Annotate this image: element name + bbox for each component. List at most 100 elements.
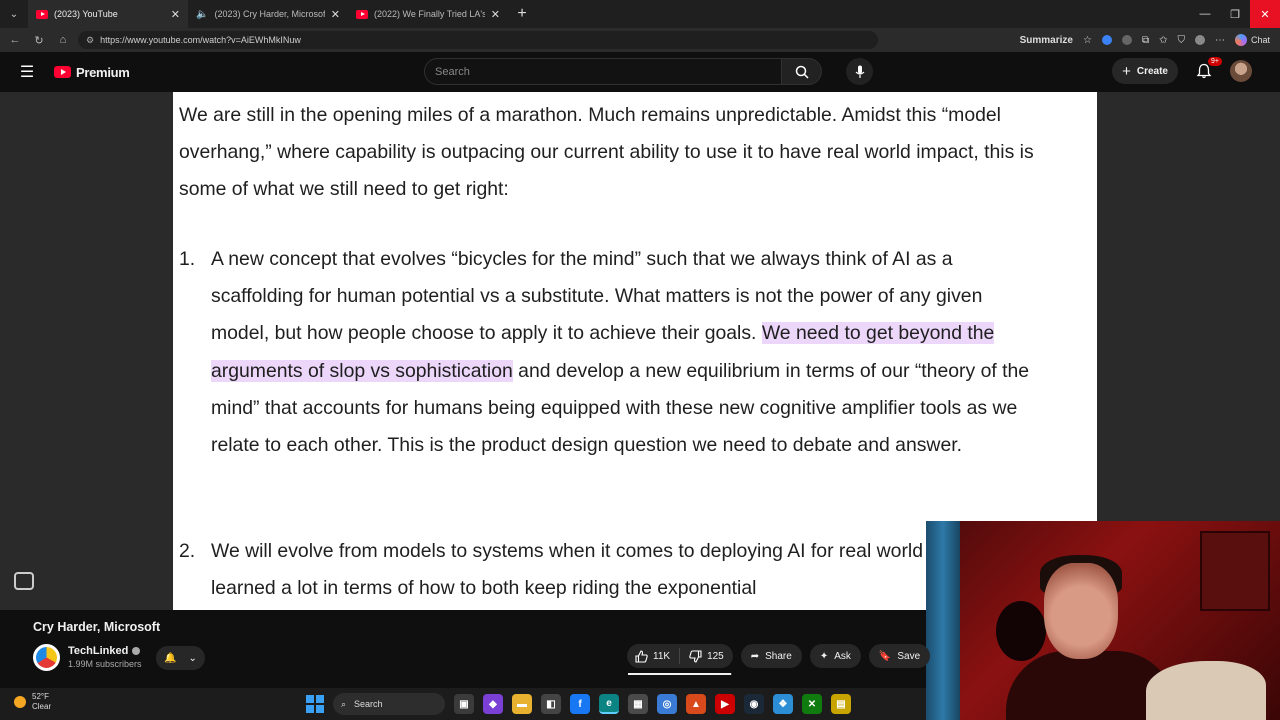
more-menu-icon[interactable]: ⋯ [1215,35,1225,46]
curtain-image [926,521,960,720]
youtube-header: ☰ Premium Search + Create 9+ [0,52,1280,92]
person-face-image [1044,563,1118,659]
address-bar-row: ← ↻ ⌂ ⚙ https://www.youtube.com/watch?v=… [0,28,1280,52]
search-placeholder: Search [435,65,470,78]
tab-title: (2023) YouTube [54,9,118,19]
browser-tab-3[interactable]: (2022) We Finally Tried LA's Most ✕ [348,0,508,28]
shield-icon[interactable]: ⛉ [1177,35,1185,46]
extension-icon[interactable] [1121,35,1132,45]
share-button[interactable]: ➦ Share [740,644,802,668]
create-button[interactable]: + Create [1112,58,1178,84]
ask-button[interactable]: ✦ Ask [809,644,861,668]
app-icon[interactable]: ❖ [773,694,793,714]
miniplayer-icon[interactable] [14,572,34,590]
verified-check-icon [132,647,141,655]
profile-avatar-icon[interactable] [1194,35,1205,45]
browser-tab-2[interactable]: 🔈 (2023) Cry Harder, Microsoft ✕ [188,0,348,28]
close-tab-icon[interactable]: ✕ [491,8,500,21]
notification-badge: 9+ [1208,57,1222,66]
subscriber-count: 1.99M subscribers [68,659,142,669]
youtube-favicon-icon [36,9,48,19]
url-text: https://www.youtube.com/watch?v=AiEWhMkI… [100,35,301,45]
save-label: Save [897,650,921,662]
close-window-icon[interactable]: ✕ [1250,0,1280,28]
favorites-icon[interactable]: ✩ [1159,35,1167,46]
app-icon[interactable]: ◆ [483,694,503,714]
site-info-icon[interactable]: ⚙ [86,35,94,46]
youtube-play-icon [54,66,71,78]
notes-icon[interactable]: ▤ [831,694,851,714]
dislike-button[interactable]: 125 [680,649,733,663]
voice-search-button[interactable] [846,58,873,85]
close-tab-icon[interactable]: ✕ [171,8,180,21]
restore-icon[interactable]: ❐ [1220,0,1250,28]
like-button[interactable]: 11K [627,648,681,664]
extensions-area: Summarize ☆ ⧉ ✩ ⛉ ⋯ Chat [884,34,1274,46]
tab-title: (2022) We Finally Tried LA's Most [374,9,485,19]
video-actions: 11K 125 ➦ Share ✦ Ask 🔖 Save [627,644,931,668]
save-button[interactable]: 🔖 Save [868,644,931,668]
thumbs-up-icon [635,649,648,663]
screen: ⌄ (2023) YouTube ✕ 🔈 (2023) Cry Harder, … [0,0,1280,720]
search-input[interactable]: Search [424,58,782,85]
sparkle-icon: ✦ [819,650,829,662]
chevron-down-icon: ⌄ [188,652,197,664]
chat-button[interactable]: Chat [1234,34,1270,46]
share-icon: ➦ [750,650,760,662]
back-icon[interactable]: ← [6,34,24,46]
like-dislike-group: 11K 125 [627,644,733,668]
steam-icon[interactable]: ◉ [744,694,764,714]
file-explorer-icon[interactable]: ▬ [512,694,532,714]
youtube-logo[interactable]: Premium [54,65,130,80]
extensions-icon[interactable]: ⧉ [1142,35,1149,46]
channel-avatar[interactable] [33,644,60,671]
bell-icon: 🔔 [164,652,177,664]
header-right: + Create 9+ [1112,57,1252,84]
app-icon[interactable]: ▲ [686,694,706,714]
speaker-icon[interactable]: 🔈 [196,9,208,20]
extension-icon[interactable] [1101,35,1112,45]
chrome-icon[interactable]: ◎ [657,694,677,714]
like-ratio-bar [628,673,732,675]
notifications-button[interactable]: 9+ [1192,57,1222,83]
reload-icon[interactable]: ↻ [30,34,48,47]
weather-condition: Clear [32,702,52,711]
video-info: Cry Harder, Microsoft TechLinked 1.99M s… [0,610,931,688]
taskbar-search[interactable]: ⌕ Search [333,693,445,715]
channel-name-text: TechLinked [68,645,129,657]
store-icon[interactable]: ◧ [541,694,561,714]
url-field[interactable]: ⚙ https://www.youtube.com/watch?v=AiEWhM… [78,31,878,49]
channel-name[interactable]: TechLinked [68,645,141,657]
weather-widget[interactable]: 52°F Clear [14,692,51,712]
windows-start-icon[interactable] [306,695,324,713]
close-tab-icon[interactable]: ✕ [331,8,340,21]
weather-icon [14,696,26,708]
new-tab-button[interactable]: + [508,5,536,23]
calculator-icon[interactable]: ▦ [628,694,648,714]
video-title: Cry Harder, Microsoft [33,620,161,634]
browser-tab-1[interactable]: (2023) YouTube ✕ [28,0,188,28]
search-button[interactable] [782,58,822,85]
taskbar: 52°F Clear ⌕ Search ▣ ◆ ▬ ◧ f e ▦ ◎ ▲ ▶ … [0,688,926,720]
xbox-icon[interactable]: ✕ [802,694,822,714]
plus-icon: + [1122,62,1131,80]
facebook-icon[interactable]: f [570,694,590,714]
summarize-button[interactable]: Summarize [1020,35,1073,46]
create-label: Create [1136,65,1168,77]
weather-text: 52°F Clear [32,692,51,712]
tab-list-chevron-icon[interactable]: ⌄ [0,0,28,28]
minimize-icon[interactable]: — [1190,0,1220,28]
favorite-star-icon[interactable]: ☆ [1083,35,1092,46]
search-bar: Search [424,58,873,85]
youtube-app-icon[interactable]: ▶ [715,694,735,714]
subscribed-button[interactable]: 🔔 ⌄ [156,646,205,670]
logo-text: Premium [76,64,130,80]
like-count: 11K [653,650,671,662]
dislike-count: 125 [707,650,724,662]
account-avatar[interactable] [1230,60,1252,82]
search-icon: ⌕ [341,698,347,709]
home-icon[interactable]: ⌂ [54,34,72,46]
task-view-icon[interactable]: ▣ [454,694,474,714]
edge-browser-icon[interactable]: e [599,694,619,714]
menu-icon[interactable]: ☰ [0,62,54,82]
